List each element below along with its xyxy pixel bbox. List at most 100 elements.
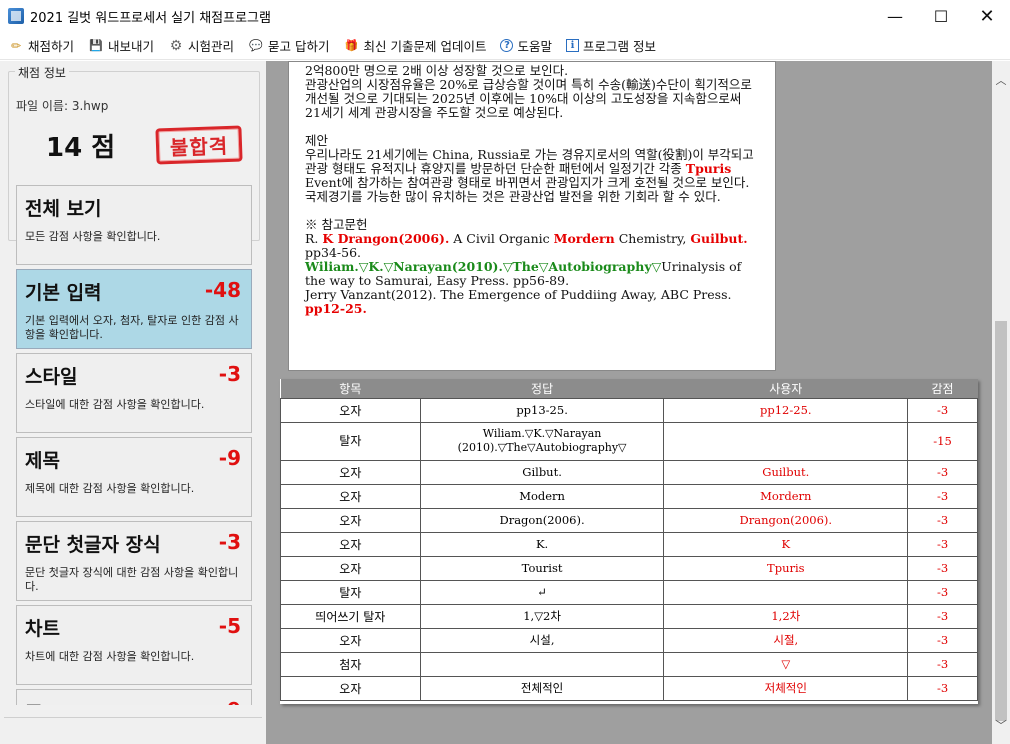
category-title: 표 (25, 698, 42, 705)
doc-reference: Jerry Vanzant(2012). The Emergence of Pu… (305, 287, 732, 316)
category-title: 전체 보기 (25, 198, 102, 220)
cell-answer: Gilbut. (419, 459, 665, 485)
maximize-button[interactable]: ☐ (918, 0, 964, 32)
document-page: 2억800만 명으로 2배 이상 성장할 것으로 보인다. 관광산업의 시장점유… (288, 61, 776, 371)
table-row[interactable]: 탈자 ↵ -3 (280, 579, 978, 605)
scroll-thumb[interactable] (995, 321, 1007, 721)
category-card-heading[interactable]: 제목 -9 제목에 대한 감점 사항을 확인합니다. (16, 437, 252, 517)
table-row[interactable]: 오자 K. K -3 (280, 531, 978, 557)
missing-highlight: Wiliam.▽K.▽Narayan(2010).▽The▽Autobiogra… (305, 259, 662, 274)
cell-category: 오자 (280, 483, 421, 509)
cell-category: 오자 (280, 675, 421, 701)
file-name-label: 파일 이름: 3.hwp (16, 99, 109, 113)
col-header-answer: 정답 (420, 379, 664, 398)
close-button[interactable]: ✕ (964, 0, 1010, 32)
category-title: 차트 (25, 618, 60, 640)
cell-answer: pp13-25. (419, 397, 665, 423)
category-score: -3 (218, 530, 241, 554)
category-card-drop-cap[interactable]: 문단 첫글자 장식 -3 문단 첫글자 장식에 대한 감점 사항을 확인합니다. (16, 521, 252, 601)
menu-bar: ✏ 채점하기 💾 내보내기 ⚙ 시험관리 💬 묻고 답하기 🎁 최신 기출문제 업데이트 … (0, 32, 1010, 60)
table-row[interactable]: 오자 pp13-25. pp12-25. -3 (280, 397, 978, 423)
cell-deduction: -3 (907, 675, 978, 701)
cell-user: Guilbut. (663, 459, 909, 485)
cell-category: 첨자 (280, 651, 421, 677)
cell-answer: Dragon(2006). (419, 507, 665, 533)
cell-category: 오자 (280, 555, 421, 581)
menu-label: 내보내기 (108, 39, 155, 54)
cell-user: 저체적인 (663, 675, 909, 701)
cell-deduction: -3 (907, 651, 978, 677)
menu-grade[interactable]: ✏ 채점하기 (6, 34, 76, 58)
cell-answer: K. (419, 531, 665, 557)
table-row[interactable]: 첨자 ▽ -3 (280, 651, 978, 677)
category-title: 기본 입력 (25, 282, 102, 304)
menu-exam-manage[interactable]: ⚙ 시험관리 (166, 34, 236, 58)
table-row[interactable]: 오자 시설, 시절, -3 (280, 627, 978, 653)
category-title: 제목 (25, 450, 60, 472)
deduction-table-wrap: 항목 정답 사용자 감점 오자 pp13-25. pp12-25. -3 탈자 Wili… (280, 379, 978, 704)
category-card-all[interactable]: 전체 보기 모든 감점 사항을 확인합니다. (16, 185, 252, 265)
cell-answer: ↵ (419, 579, 665, 605)
document-area[interactable]: 2억800만 명으로 2배 이상 성장할 것으로 보인다. 관광산업의 시장점유… (266, 61, 992, 744)
table-row[interactable]: 오자 Gilbut. Guilbut. -3 (280, 459, 978, 485)
category-desc: 제목에 대한 감점 사항을 확인합니다. (25, 482, 195, 495)
cell-deduction: -3 (907, 531, 978, 557)
cell-user (663, 579, 909, 605)
help-icon: ? (500, 39, 514, 52)
menu-label: 도움말 (517, 39, 552, 54)
scroll-up-arrow-icon[interactable]: ︿ (992, 71, 1010, 89)
cell-category: 오자 (280, 507, 421, 533)
cell-user: Tpuris (663, 555, 909, 581)
cell-answer (419, 651, 665, 677)
table-row[interactable]: 띄어쓰기 탈자 1,▽2차 1,2차 -3 (280, 603, 978, 629)
cell-category: 띄어쓰기 탈자 (280, 603, 421, 629)
scroll-down-arrow-icon[interactable]: ﹀ (992, 716, 1010, 734)
category-card-basic-input[interactable]: 기본 입력 -48 기본 입력에서 오자, 첨자, 탈자로 인한 감점 사항을 … (16, 269, 252, 349)
error-highlight: Tpuris (685, 161, 732, 176)
vertical-scrollbar[interactable]: ︿ ﹀ (992, 61, 1010, 744)
menu-help[interactable]: ? 도움말 (498, 34, 554, 58)
cell-deduction: -3 (907, 397, 978, 423)
cell-answer: Tourist (419, 555, 665, 581)
table-row[interactable]: 오자 Tourist Tpuris -3 (280, 555, 978, 581)
category-card-table[interactable]: 표 -9 (16, 689, 252, 705)
cell-user (663, 421, 909, 461)
score-info-caption: 채점 정보 (15, 64, 69, 81)
deduction-table: 항목 정답 사용자 감점 오자 pp13-25. pp12-25. -3 탈자 Wili… (280, 379, 978, 701)
left-panel: 채점 정보 파일 이름: 3.hwp 14 점 불합격 전체 보기 모든 감점 … (0, 61, 266, 744)
error-highlight: Guilbut. (690, 231, 748, 246)
category-desc: 스타일에 대한 감점 사항을 확인합니다. (25, 398, 205, 411)
category-desc: 문단 첫글자 장식에 대한 감점 사항을 확인합니다. (25, 566, 239, 593)
cell-answer: 전체적인 (419, 675, 665, 701)
menu-label: 채점하기 (28, 39, 75, 54)
menu-about[interactable]: ℹ 프로그램 정보 (564, 34, 658, 58)
error-highlight: pp12-25. (305, 301, 367, 316)
cell-user: 1,2차 (663, 603, 909, 629)
save-icon: 💾 (89, 39, 103, 52)
col-header-category: 항목 (280, 379, 421, 398)
menu-update[interactable]: 🎁 최신 기출문제 업데이트 (342, 34, 489, 58)
table-row[interactable]: 탈자 Wiliam.▽K.▽Narayan (2010).▽The▽Autobio… (280, 421, 978, 461)
category-score: -5 (218, 614, 241, 638)
table-row[interactable]: 오자 Dragon(2006). Drangon(2006). -3 (280, 507, 978, 533)
category-score: -9 (218, 446, 241, 470)
doc-reference: R. K Drangon(2006). A Civil Organic Mord… (305, 231, 748, 260)
category-card-chart[interactable]: 차트 -5 차트에 대한 감점 사항을 확인합니다. (16, 605, 252, 685)
doc-heading: 제안 (305, 133, 329, 148)
table-row[interactable]: 오자 Modern Mordern -3 (280, 483, 978, 509)
doc-reference: Wiliam.▽K.▽Narayan(2010).▽The▽Autobiogra… (305, 259, 742, 288)
cell-category: 오자 (280, 531, 421, 557)
table-row[interactable]: 오자 전체적인 저체적인 -3 (280, 675, 978, 701)
cell-answer: Wiliam.▽K.▽Narayan (2010).▽The▽Autobiogr… (419, 421, 665, 461)
doc-paragraph: 국제경기를 가능한 많이 유치하는 것은 관광산업 발전을 위한 기회라 할 수… (305, 189, 721, 204)
minimize-button[interactable]: — (872, 0, 918, 32)
menu-export[interactable]: 💾 내보내기 (86, 34, 156, 58)
app-icon (8, 8, 24, 24)
cell-category: 탈자 (280, 421, 421, 461)
cell-user: K (663, 531, 909, 557)
category-desc: 기본 입력에서 오자, 첨자, 탈자로 인한 감점 사항을 확인합니다. (25, 314, 239, 341)
table-header-row: 항목 정답 사용자 감점 (280, 379, 978, 398)
window-controls: — ☐ ✕ (872, 0, 1010, 32)
category-card-style[interactable]: 스타일 -3 스타일에 대한 감점 사항을 확인합니다. (16, 353, 252, 433)
menu-qa[interactable]: 💬 묻고 답하기 (246, 34, 331, 58)
